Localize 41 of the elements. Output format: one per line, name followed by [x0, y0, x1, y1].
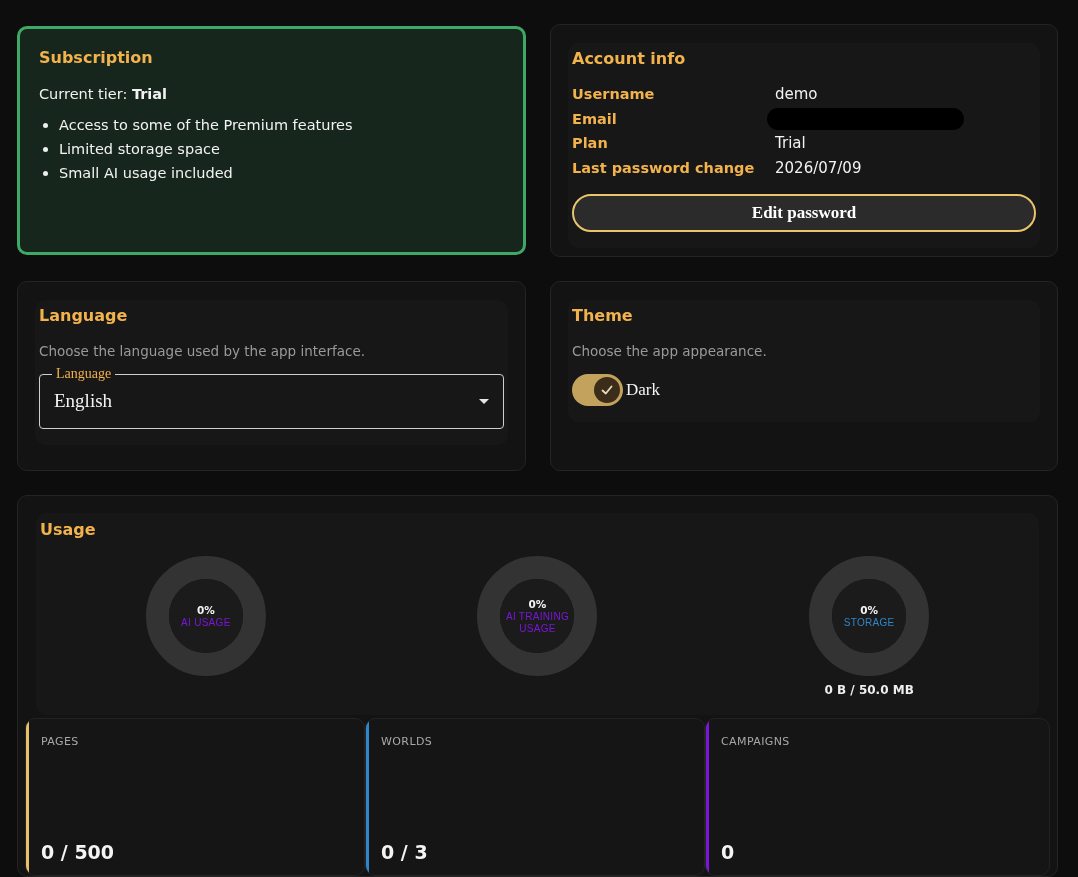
language-select[interactable]: Language English [39, 366, 504, 429]
feature-text: Small AI usage included [59, 165, 233, 181]
stat-label: PAGES [41, 735, 80, 748]
percent-text: 0% [528, 597, 547, 611]
stat-value: 0 [721, 841, 736, 863]
info-value: demo [775, 84, 819, 105]
info-label: Username [572, 85, 656, 104]
bullet-icon [43, 122, 48, 128]
info-value: Trial [775, 133, 807, 154]
card-title: Language [39, 305, 129, 327]
edit-password-button[interactable]: Edit password [572, 194, 1036, 232]
card-title: Subscription [39, 47, 154, 69]
info-label: Email [572, 109, 618, 129]
bullet-icon [43, 170, 48, 176]
meter-label: AI USAGE [180, 616, 232, 629]
stat-label: WORLDS [381, 735, 434, 748]
feature-text: Access to some of the Premium features [59, 117, 353, 133]
percent-text: 0% [196, 603, 215, 617]
field-label: Language [55, 366, 113, 382]
info-value: 2026/07/09 [775, 157, 863, 179]
meter-label: AI TRAINING USAGE [504, 610, 571, 635]
toggle-label: Dark [626, 380, 660, 400]
stat-value: 0 / 3 [381, 841, 429, 863]
theme-toggle[interactable] [572, 374, 623, 406]
caret-down-icon [479, 398, 489, 404]
storage-caption: 0 B / 50.0 MB [824, 683, 914, 697]
card-title: Theme [572, 305, 634, 327]
card-title: Account info [572, 48, 687, 70]
meter-label: STORAGE [842, 616, 896, 629]
feature-text: Limited storage space [59, 141, 220, 157]
percent-text: 0% [860, 603, 879, 617]
tier-text: Current tier: Trial [39, 85, 169, 104]
card-description: Choose the app appearance. [572, 342, 768, 361]
card-description: Choose the language used by the app interface. [39, 342, 366, 361]
check-icon [600, 383, 614, 397]
info-label: Last password change [572, 158, 756, 178]
bullet-icon [43, 146, 48, 152]
info-label: Plan [572, 134, 609, 153]
stat-value: 0 / 500 [41, 841, 116, 863]
stat-label: CAMPAIGNS [721, 735, 791, 748]
card-title: Usage [40, 519, 97, 541]
